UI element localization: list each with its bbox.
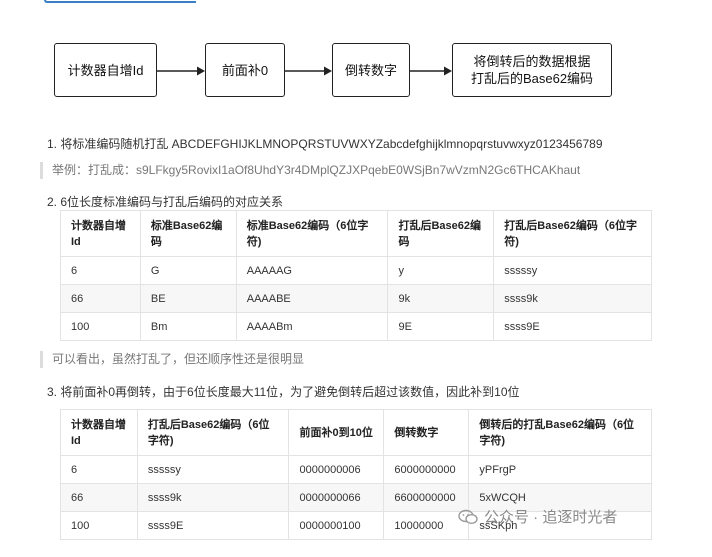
step-2-text: 2. 6位长度标准编码与打乱后编码的对应关系 — [47, 195, 284, 209]
table-cell: 6 — [60, 256, 141, 285]
table-header: 计数器自增Id — [60, 409, 138, 456]
table-cell: 6000000000 — [383, 455, 470, 484]
table-cell: ssss9k — [136, 483, 290, 512]
table-cell: 0000000006 — [288, 455, 385, 484]
table-header-row: 计数器自增Id 标准Base62编码 标准Base62编码（6位字符) 打乱后B… — [60, 210, 652, 257]
flow-box-pad-zero: 前面补0 — [205, 43, 285, 97]
table-cell: 9k — [387, 284, 495, 313]
flow-box-counter: 计数器自增Id — [54, 43, 157, 97]
note-quote: 可以看出，虽然打乱了，但还顺序性还是很明显 — [40, 351, 304, 368]
flow-box-encode: 将倒转后的数据根据 打乱后的Base62编码 — [452, 43, 612, 97]
table-cell: AAAAAG — [235, 256, 389, 285]
example-quote: 举例：打乱成：s9LFkgy5RovixI1aOf8UhdY3r4DMplQZJ… — [40, 162, 580, 179]
table-cell: 0000000100 — [288, 511, 385, 540]
table-cell: ssss9E — [136, 511, 290, 540]
table-header: 标准Base62编码（6位字符) — [235, 210, 389, 257]
table-row: 66 BE AAAABE 9k ssss9k — [60, 284, 652, 313]
table-cell: 6 — [60, 455, 138, 484]
table-header: 标准Base62编码 — [139, 210, 237, 257]
table-cell: 9E — [387, 312, 495, 341]
arrow-icon — [157, 66, 205, 76]
table-cell: 100 — [60, 511, 138, 540]
table-cell: ssss9k — [493, 284, 652, 313]
table-header-row: 计数器自增Id 打乱后Base62编码（6位字符) 前面补0到10位 倒转数字 … — [60, 409, 652, 456]
table-cell: 0000000066 — [288, 483, 385, 512]
table-row: 6 sssssy 0000000006 6000000000 yPFrgP — [60, 455, 652, 484]
table-cell: 6600000000 — [383, 483, 470, 512]
table-header: 打乱后Base62编码 — [387, 210, 495, 257]
table-cell: AAAABm — [235, 312, 389, 341]
flow-box-reverse: 倒转数字 — [332, 43, 410, 97]
table-cell: sssssy — [493, 256, 652, 285]
table-header: 前面补0到10位 — [288, 409, 385, 456]
table-cell: 66 — [60, 483, 138, 512]
wechat-icon — [458, 509, 478, 524]
table-header: 打乱后Base62编码（6位字符) — [136, 409, 290, 456]
table-cell: sssssy — [136, 455, 290, 484]
table-cell: BE — [139, 284, 237, 313]
table-cell: ssss9E — [493, 312, 652, 341]
table-cell: AAAABE — [235, 284, 389, 313]
table-cell: 10000000 — [383, 511, 470, 540]
flowchart: 计数器自增Id 前面补0 倒转数字 将倒转后的数据根据 打乱后的Base62编码 — [0, 0, 712, 110]
table-header: 打乱后Base62编码（6位字符) — [493, 210, 652, 257]
table-cell: 100 — [60, 312, 141, 341]
table-cell: G — [139, 256, 237, 285]
table-header: 倒转数字 — [383, 409, 470, 456]
arrow-icon — [410, 66, 452, 76]
table-cell: 66 — [60, 284, 141, 313]
table-cell: yPFrgP — [468, 455, 652, 484]
table-row: 6 G AAAAAG y sssssy — [60, 256, 652, 285]
step-3-text: 3. 将前面补0再倒转，由于6位长度最大11位，为了避免倒转后超过该数值，因此补… — [47, 385, 520, 399]
table-header: 计数器自增Id — [60, 210, 141, 257]
mapping-table: 计数器自增Id 标准Base62编码 标准Base62编码（6位字符) 打乱后B… — [60, 210, 652, 341]
table-header: 倒转后的打乱Base62编码（6位字符) — [468, 409, 652, 456]
table-row: 100 Bm AAAABm 9E ssss9E — [60, 312, 652, 341]
arrow-icon — [285, 66, 332, 76]
watermark: 公众号 · 追逐时光者 — [458, 506, 617, 527]
table-cell: Bm — [139, 312, 237, 341]
table-cell: y — [387, 256, 495, 285]
step-1-text: 1. 将标准编码随机打乱 ABCDEFGHIJKLMNOPQRSTUVWXYZa… — [47, 137, 603, 151]
watermark-text: 公众号 · 追逐时光者 — [484, 509, 618, 526]
